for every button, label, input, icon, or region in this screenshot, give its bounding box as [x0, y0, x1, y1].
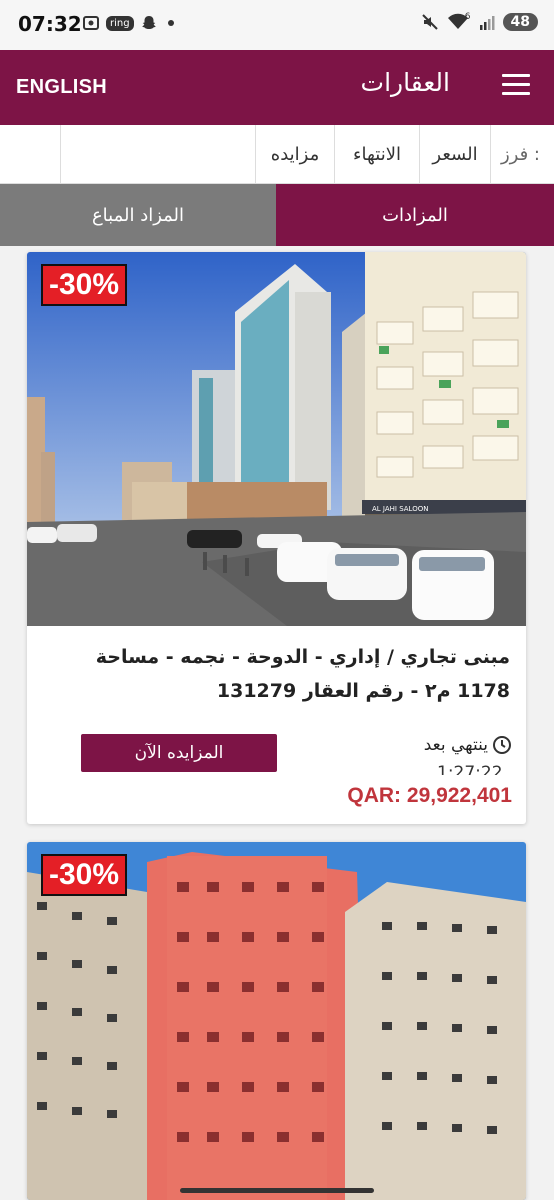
gesture-nav-handle[interactable] — [180, 1188, 374, 1193]
auction-tabs: المزاد المباع المزادات — [0, 184, 554, 246]
sort-option-price[interactable]: السعر — [419, 125, 491, 183]
ends-in: ينتهي بعد — [424, 735, 512, 755]
screenshot-icon — [82, 14, 100, 32]
sort-empty-cell — [0, 125, 61, 183]
status-time: 07:32 — [18, 12, 82, 36]
sort-bar: مزايده الانتهاء السعر فرز : — [0, 125, 554, 184]
clock-icon — [493, 736, 511, 754]
shop-sign: AL JAHI SALOON — [372, 505, 428, 513]
listing-price: QAR: 29,922,401 — [347, 784, 512, 807]
sort-option-expiry[interactable]: الانتهاء — [334, 125, 419, 183]
listing-card[interactable]: AL JAHI SALOON -30% مبنى تجاري / إداري -… — [27, 252, 526, 824]
status-bar: 07:32 ring 6 48 — [0, 0, 554, 50]
mute-icon — [421, 13, 439, 31]
ends-label: ينتهي بعد — [423, 735, 488, 755]
signal-label: 6 — [464, 12, 471, 22]
sort-label: فرز : — [500, 143, 540, 165]
system-icons: 6 48 — [421, 12, 538, 31]
street-scene-illustration: AL JAHI SALOON — [27, 252, 526, 626]
snapchat-icon — [140, 14, 158, 32]
countdown-timer: 1:27:22 — [437, 763, 503, 775]
battery-indicator: 48 — [502, 13, 538, 31]
tab-auctions[interactable]: المزادات — [276, 184, 554, 246]
discount-badge: -30% — [41, 854, 128, 896]
bid-now-button[interactable]: المزايده الآن — [81, 734, 277, 772]
hamburger-menu-icon[interactable] — [502, 74, 530, 96]
sort-option-auction[interactable]: مزايده — [255, 125, 334, 183]
property-image[interactable]: -30% — [27, 842, 526, 1200]
cell-signal-icon — [479, 13, 495, 31]
notification-icons: ring — [82, 14, 174, 32]
more-notifications-dot — [167, 20, 174, 26]
ring-app-icon: ring — [106, 15, 134, 31]
listing-card[interactable]: -30% — [27, 842, 526, 1200]
wifi-icon: 6 — [447, 12, 471, 31]
app-header: ENGLISH العقارات — [0, 50, 554, 125]
page-title: العقارات — [360, 68, 450, 97]
listing-title[interactable]: مبنى تجاري / إداري - الدوحة - نجمه - مسا… — [27, 626, 526, 708]
property-image[interactable]: AL JAHI SALOON -30% — [27, 252, 526, 626]
discount-badge: -30% — [41, 264, 128, 306]
language-button[interactable]: ENGLISH — [16, 76, 107, 99]
tab-sold-auctions[interactable]: المزاد المباع — [0, 184, 276, 246]
